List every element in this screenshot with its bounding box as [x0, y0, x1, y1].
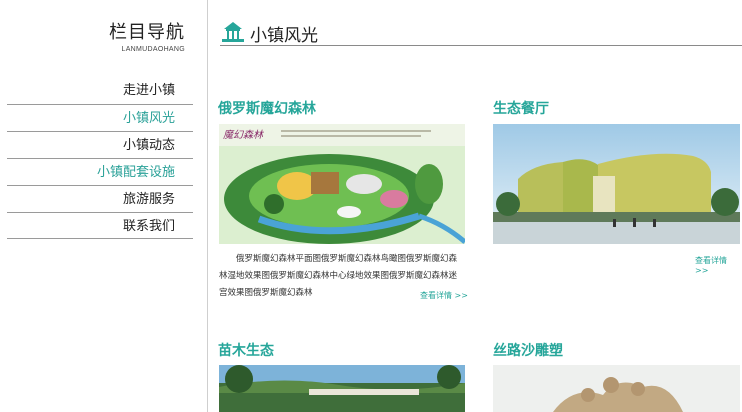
nav-item-dongtai[interactable]: 小镇动态 — [7, 131, 193, 158]
sidebar: 栏目导航 LANMUDAOHANG 走进小镇 小镇风光 小镇动态 小镇配套设施 … — [0, 0, 208, 412]
more-link-restaurant[interactable]: 查看详情 >> — [695, 255, 742, 275]
more-link-forest[interactable]: 查看详情 >> — [420, 290, 468, 301]
nav-item-fengguang[interactable]: 小镇风光 — [7, 104, 193, 131]
card-title-forest[interactable]: 俄罗斯魔幻森林 — [218, 98, 316, 118]
card-title-restaurant[interactable]: 生态餐厅 — [493, 98, 549, 118]
card-title-nursery[interactable]: 苗木生态 — [218, 340, 274, 360]
nav-item-lianxi[interactable]: 联系我们 — [7, 212, 193, 239]
section-header: 小镇风光 — [220, 20, 742, 46]
page-title: 小镇风光 — [250, 26, 318, 46]
nav-subtitle: LANMUDAOHANG — [121, 46, 185, 53]
sculpture-image[interactable] — [493, 365, 740, 412]
nursery-image[interactable] — [219, 365, 465, 412]
nav-item-sheshi[interactable]: 小镇配套设施 — [7, 158, 193, 185]
forest-map-image[interactable]: 魔幻森林 — [219, 124, 465, 244]
card-title-sculpture[interactable]: 丝路沙雕塑 — [493, 340, 563, 360]
restaurant-image[interactable] — [493, 124, 740, 244]
nav-list: 走进小镇 小镇风光 小镇动态 小镇配套设施 旅游服务 联系我们 — [7, 77, 193, 239]
nav-item-zoujin[interactable]: 走进小镇 — [7, 77, 193, 104]
pavilion-icon — [222, 22, 244, 42]
nav-item-lvyou[interactable]: 旅游服务 — [7, 185, 193, 212]
nav-title: 栏目导航 — [109, 22, 185, 43]
nav-title-block: 栏目导航 LANMUDAOHANG — [109, 22, 185, 53]
forest-image-logo: 魔幻森林 — [223, 129, 264, 141]
